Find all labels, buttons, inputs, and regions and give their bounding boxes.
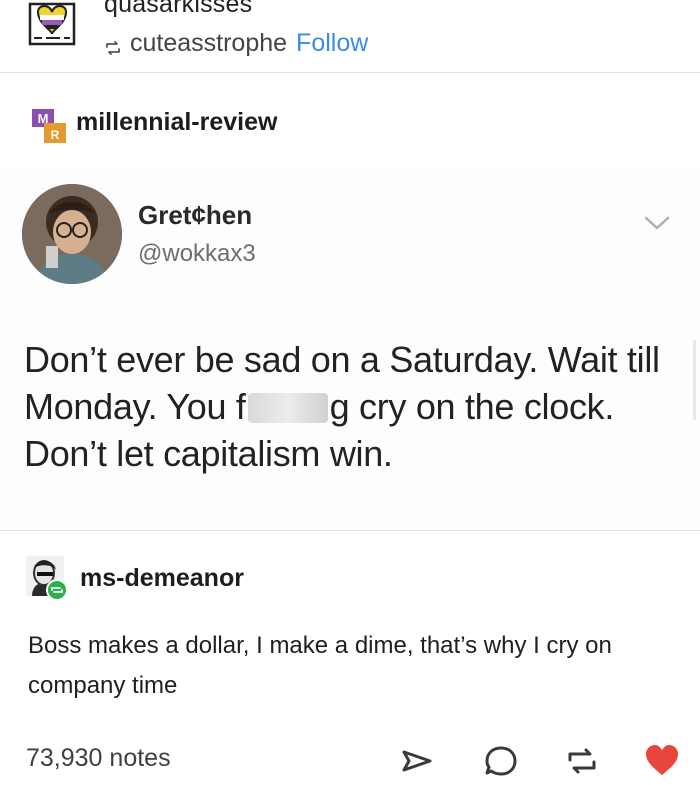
tweet-avatar xyxy=(22,184,122,284)
heart-icon[interactable] xyxy=(643,742,681,780)
reblog-attribution: cuteasstrophe Follow xyxy=(104,29,368,58)
post-header: quasarkisses cuteasstrophe Follow xyxy=(0,0,700,72)
reblog-icon xyxy=(104,35,122,55)
reply-icon[interactable] xyxy=(482,742,520,780)
reblogged-from-username[interactable]: cuteasstrophe xyxy=(130,29,287,58)
tweet-text: Don’t ever be sad on a Saturday. Wait ti… xyxy=(24,336,679,477)
ms-demeanor-avatar[interactable] xyxy=(26,556,68,601)
badge-letter-r: R xyxy=(51,128,60,142)
divider xyxy=(0,530,700,531)
blog-avatar[interactable] xyxy=(24,0,80,52)
image-edge xyxy=(693,340,696,420)
tweet-handle: @wokkax3 xyxy=(138,240,256,267)
comment-username[interactable]: ms-demeanor xyxy=(80,564,244,593)
reblog-icon[interactable] xyxy=(563,742,601,780)
divider xyxy=(0,72,700,73)
badge-letter-m: M xyxy=(38,111,49,126)
millennial-review-avatar[interactable]: M R xyxy=(32,109,66,143)
blog-username[interactable]: quasarkisses xyxy=(104,0,252,19)
reblog-badge xyxy=(46,579,68,601)
follow-button[interactable]: Follow xyxy=(296,29,368,58)
tweet-display-name: Gret¢hen xyxy=(138,200,253,230)
share-icon[interactable] xyxy=(398,742,436,780)
chevron-down-icon xyxy=(640,212,674,234)
reblog-source-username[interactable]: millennial-review xyxy=(76,108,277,137)
notes-count[interactable]: 73,930 notes xyxy=(26,744,171,773)
comment-text: Boss makes a dollar, I make a dime, that… xyxy=(28,632,612,699)
embedded-tweet-image: Gret¢hen @wokkax3 Don’t ever be sad on a… xyxy=(0,170,700,530)
censor-blur xyxy=(247,393,328,423)
